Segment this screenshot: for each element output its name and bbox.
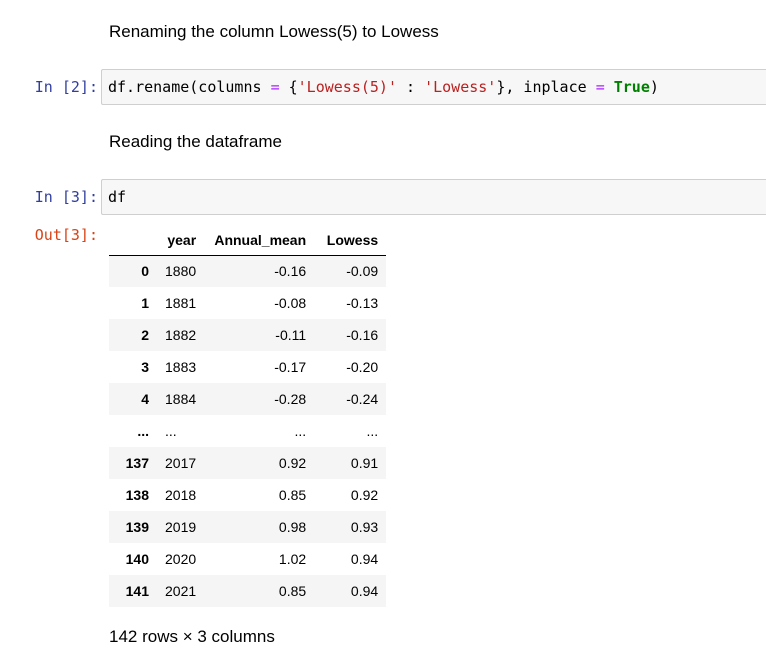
code-token: df.rename(columns [108,78,271,96]
table-row: 3 1883 -0.17 -0.20 [109,351,387,383]
code-cell-df[interactable]: df [101,179,766,215]
column-header-lowess: Lowess [314,225,387,256]
code-string: 'Lowess' [424,78,497,96]
row-index: 140 [125,551,149,567]
input-prompt-3: In [3]: [34,188,98,206]
cell-lowess: -0.09 [346,263,379,280]
cell-lowess: 0.94 [350,551,379,567]
cell-annual-mean: -0.16 [274,263,307,280]
code-cell-rename[interactable]: df.rename(columns = {'Lowess(5)' : 'Lowe… [101,69,766,105]
cell-year: 1882 [165,327,197,343]
input-prompt-2: In [2]: [34,78,98,96]
table-row: 1 1881 -0.08 -0.13 [109,287,387,319]
cell-lowess: -0.24 [346,391,379,407]
cell-year: 2017 [165,455,197,471]
dataframe-table: year Annual_mean Lowess 0 1880 -0.16 -0.09 1… [109,225,387,607]
cell-year: 2018 [165,487,197,503]
table-header-row: year Annual_mean Lowess [109,225,387,256]
cell-annual-mean: -0.28 [274,391,307,407]
cell-year: 2020 [165,551,197,567]
row-index: ... [137,423,149,439]
cell-annual-mean: -0.08 [274,295,307,311]
cell-lowess: 0.93 [350,519,379,535]
table-row: 2 1882 -0.11 -0.16 [109,319,387,351]
cell-year: 1880 [165,263,197,280]
row-index: 138 [125,487,149,503]
cell-annual-mean: 0.85 [278,583,307,599]
table-row: 138 2018 0.85 0.92 [109,479,387,511]
cell-year: 2019 [165,519,197,535]
table-row: ............ [109,415,387,447]
cell-lowess: -0.20 [346,359,379,375]
column-header-index [109,225,157,256]
cell-annual-mean: 0.98 [278,519,307,535]
code-token: }, inplace [496,78,596,96]
column-header-annual-mean: Annual_mean [204,225,315,256]
row-index: 137 [125,455,149,471]
code-keyword: True [613,78,650,96]
markdown-rename-note: Renaming the column Lowess(5) to Lowess [109,22,439,41]
table-row: 137 2017 0.92 0.91 [109,447,387,479]
cell-year: 1884 [165,391,197,407]
code-token: ) [649,78,659,96]
table-row: 4 1884 -0.28 -0.24 [109,383,387,415]
code-operator: = [270,78,280,96]
cell-lowess: 0.94 [350,583,379,599]
code-operator: = [595,78,605,96]
cell-year: ... [165,423,177,439]
dataframe-summary: 142 rows × 3 columns [109,627,275,646]
cell-annual-mean: ... [294,423,307,439]
cell-year: 1881 [165,295,197,311]
cell-year: 2021 [165,583,197,599]
table-row: 0 1880 -0.16 -0.09 [109,255,387,287]
row-index: 3 [141,359,149,375]
cell-lowess: -0.13 [346,295,379,311]
cell-lowess: 0.92 [350,487,379,503]
markdown-read-note: Reading the dataframe [109,132,282,151]
row-index: 4 [141,391,149,407]
row-index: 141 [125,583,149,599]
cell-annual-mean: -0.11 [275,327,307,343]
row-index: 139 [125,519,149,535]
cell-year: 1883 [165,359,197,375]
cell-lowess: -0.16 [346,327,379,343]
cell-annual-mean: 0.92 [278,455,307,471]
row-index: 2 [141,327,149,343]
table-row: 141 2021 0.85 0.94 [109,575,387,607]
row-index: 0 [141,263,149,280]
cell-lowess: 0.91 [350,455,379,471]
code-token: df [108,188,127,206]
output-prompt-3: Out[3]: [34,226,98,244]
row-index: 1 [141,295,149,311]
code-string: 'Lowess(5)' [297,78,397,96]
cell-annual-mean: -0.17 [274,359,307,375]
table-row: 140 2020 1.02 0.94 [109,543,387,575]
cell-lowess: ... [366,423,379,439]
table-row: 139 2019 0.98 0.93 [109,511,387,543]
code-token: { [279,78,298,96]
cell-annual-mean: 1.02 [278,551,307,567]
code-token: : [397,78,425,96]
cell-annual-mean: 0.85 [278,487,307,503]
column-header-year: year [157,225,205,256]
